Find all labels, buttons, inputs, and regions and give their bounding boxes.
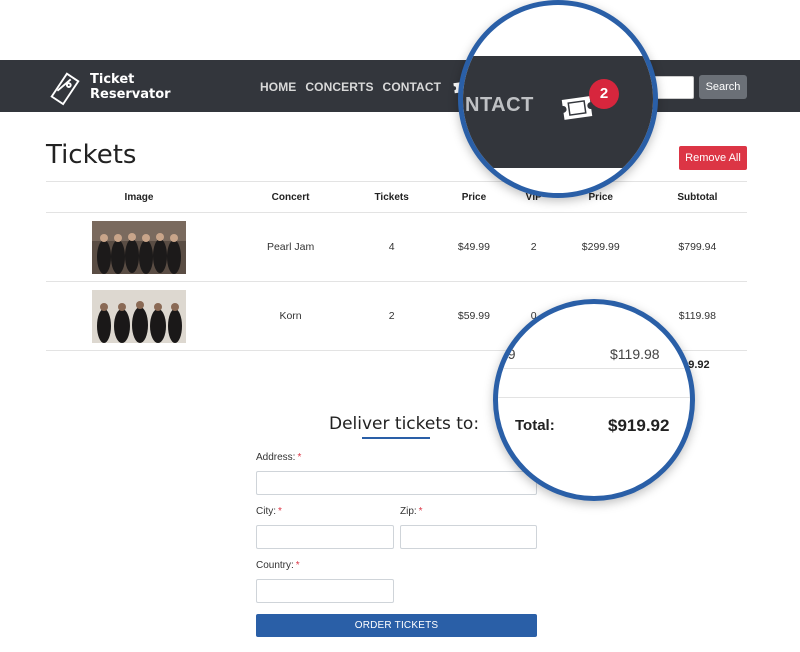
magnified-ticket-icon <box>561 96 593 120</box>
required-mark: * <box>297 452 302 463</box>
country-label-text: Country: <box>256 560 294 571</box>
magnified-row-divider <box>498 368 690 369</box>
cell-vip: 2 <box>513 212 554 282</box>
nav-links: HOME CONCERTS CONTACT 2 <box>260 70 483 95</box>
header-price: Price <box>434 181 514 213</box>
city-label-text: City: <box>256 506 276 517</box>
required-mark: * <box>295 560 300 571</box>
nav-home[interactable]: HOME <box>260 80 296 94</box>
required-mark: * <box>418 506 423 517</box>
magnified-total-divider <box>498 397 690 398</box>
address-label-text: Address: <box>256 452 296 463</box>
cell-tickets: 4 <box>349 212 435 282</box>
magnifier-cart-zoom: NTACT 2 <box>458 0 658 198</box>
page-title: Tickets <box>46 140 137 170</box>
brand-line-2: Reservator <box>90 87 171 102</box>
cell-price: $59.99 <box>434 281 514 351</box>
cell-tickets: 2 <box>349 281 435 351</box>
header-tickets: Tickets <box>349 181 435 213</box>
magnified-total-label: Total: <box>515 417 555 434</box>
deliver-heading: Deliver tickets to: <box>329 414 480 434</box>
heading-underline <box>362 437 430 439</box>
zip-label-text: Zip: <box>400 506 417 517</box>
order-tickets-button[interactable]: ORDER TICKETS <box>256 614 537 637</box>
magnified-subtotal: $119.98 <box>610 346 660 362</box>
ticket-logo-icon <box>50 72 80 106</box>
address-label: Address: * <box>256 452 301 463</box>
cell-concert: Pearl Jam <box>232 212 350 282</box>
magnified-nav-contact: NTACT <box>465 94 534 116</box>
band-photo-pearl-jam <box>92 220 186 274</box>
country-input[interactable] <box>256 579 394 603</box>
brand-line-1: Ticket <box>90 72 135 87</box>
brand-name: Ticket Reservator <box>90 72 171 102</box>
cell-subtotal: $799.94 <box>647 212 747 282</box>
required-mark: * <box>278 506 282 517</box>
country-label: Country: * <box>256 560 300 571</box>
header-subtotal: Subtotal <box>647 181 747 213</box>
table-header-row: Image Concert Tickets Price VIP Price Su… <box>46 181 747 213</box>
cell-price: $49.99 <box>434 212 514 282</box>
address-input[interactable] <box>256 471 537 495</box>
magnified-price-fragment: 99 <box>500 346 516 362</box>
header-concert: Concert <box>232 181 350 213</box>
search-button[interactable]: Search <box>699 75 747 99</box>
nav-concerts[interactable]: CONCERTS <box>305 80 373 94</box>
magnified-total-value: $919.92 <box>608 416 670 435</box>
navbar: Ticket Reservator HOME CONCERTS CONTACT … <box>0 60 800 112</box>
cell-concert: Korn <box>232 281 350 351</box>
city-label: City: * <box>256 506 282 517</box>
city-input[interactable] <box>256 525 394 549</box>
magnifier-total-zoom: 99 $119.98 Total: $919.92 <box>493 299 695 501</box>
remove-all-button[interactable]: Remove All <box>679 146 747 170</box>
zip-label: Zip: * <box>400 506 423 517</box>
brand-logo[interactable]: Ticket Reservator <box>46 68 171 106</box>
table-row: Pearl Jam 4 $49.99 2 $299.99 $799.94 <box>46 212 747 282</box>
magnified-cart-badge: 2 <box>589 79 619 109</box>
nav-contact[interactable]: CONTACT <box>383 80 441 94</box>
cell-vip-price: $299.99 <box>553 212 648 282</box>
band-photo-korn <box>92 289 186 343</box>
zip-input[interactable] <box>400 525 537 549</box>
header-image: Image <box>46 181 232 213</box>
